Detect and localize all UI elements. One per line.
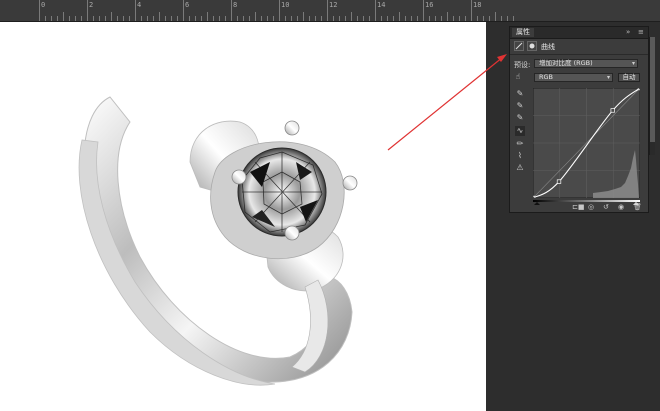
annotation-arrow (387, 54, 507, 151)
